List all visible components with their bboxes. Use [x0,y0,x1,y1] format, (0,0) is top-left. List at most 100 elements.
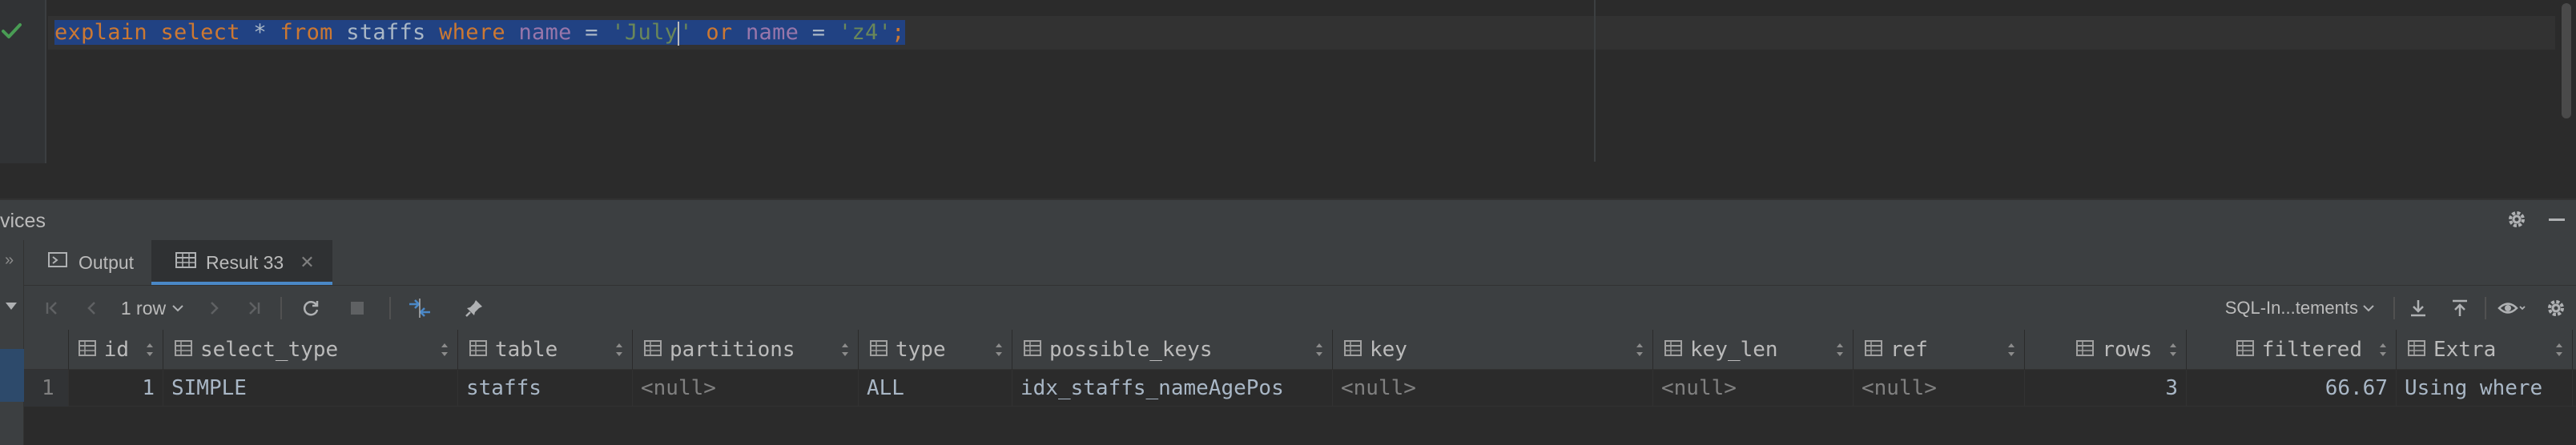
sort-icon[interactable] [440,341,449,359]
view-icon[interactable] [2491,286,2533,331]
sort-icon[interactable] [2168,341,2178,359]
sort-icon[interactable] [2554,341,2564,359]
table-cell-possible-keys[interactable]: idx_staffs_nameAgePos [1012,370,1333,407]
expand-icon[interactable]: » [5,251,14,270]
sql-token: ' [679,20,693,45]
gear-icon[interactable] [2506,208,2528,235]
row-number[interactable]: 1 [24,370,69,407]
column-icon [1865,338,1882,362]
import-icon[interactable] [2441,286,2478,331]
column-icon [1344,338,1362,362]
sql-code-line[interactable]: explain select * from staffs where name … [54,16,905,50]
sql-token: or [706,20,733,45]
refresh-icon[interactable] [288,286,333,331]
stop-icon[interactable] [335,286,380,331]
sort-icon[interactable] [1835,341,1845,359]
sort-icon[interactable] [145,341,155,359]
toolbar-separator [2485,297,2486,319]
minimize-icon[interactable] [2546,208,2568,235]
column-header-ref[interactable]: ref [1854,330,2025,370]
column-icon [2236,338,2254,362]
previous-page-icon[interactable] [80,286,104,331]
pin-icon[interactable] [452,286,497,331]
next-page-icon[interactable] [202,286,226,331]
sort-icon[interactable] [994,341,1004,359]
column-header-type[interactable]: type [859,330,1012,370]
sql-token: = [571,20,612,45]
column-header-key[interactable]: key [1333,330,1653,370]
column-header-extra[interactable]: Extra [2397,330,2573,370]
tab-output[interactable]: Output [24,240,151,285]
grid-header: id select_type table partitions type possible… [24,330,2576,370]
table-cell-key[interactable]: <null> [1333,370,1653,407]
table-cell-table[interactable]: staffs [458,370,633,407]
toolbar-separator [389,297,391,319]
last-page-icon[interactable] [242,286,266,331]
query-mode-label: SQL-In...tements [2224,298,2358,318]
editor-scrollbar-thumb[interactable] [2562,3,2571,118]
column-icon [78,338,96,362]
column-icon [644,338,662,362]
column-header-key-len[interactable]: key_len [1653,330,1854,370]
triangle-down-icon[interactable] [3,298,19,318]
result-tabs: Output Result 33 ✕ [24,240,2576,285]
editor-scrollbar[interactable] [2557,0,2576,163]
chevron-down-icon [2363,305,2374,312]
sql-token: = [799,20,839,45]
sql-token: name [746,20,799,45]
column-header-label: Extra [2433,338,2497,362]
column-header-rows[interactable]: rows [2025,330,2187,370]
sql-token: name [518,20,572,45]
row-number-header [24,330,69,370]
sort-icon[interactable] [2378,341,2388,359]
sql-editor[interactable]: explain select * from staffs where name … [0,0,2576,163]
column-header-partitions[interactable]: partitions [633,330,859,370]
column-header-possible-keys[interactable]: possible_keys [1012,330,1333,370]
query-mode-selector[interactable]: SQL-In...tements [2208,286,2376,331]
table-row[interactable]: 1 1 SIMPLE staffs <null> ALL idx_staffs_nameAg… [24,370,2576,407]
table-cell-partitions[interactable]: <null> [633,370,859,407]
tool-window-header: vices [0,198,2576,240]
tab-result[interactable]: Result 33 ✕ [151,240,332,285]
settings-gear-icon[interactable] [2538,286,2574,331]
column-icon [175,338,192,362]
sql-token: 'July [611,20,678,45]
table-cell-ref[interactable]: <null> [1854,370,2025,407]
sql-token: from [280,20,333,45]
column-header-label: rows [2102,338,2152,362]
column-header-select-type[interactable]: select_type [163,330,458,370]
table-cell-rows[interactable]: 3 [2025,370,2187,407]
table-cell-filtered[interactable]: 66.67 [2187,370,2397,407]
sort-icon[interactable] [840,341,850,359]
sort-icon[interactable] [614,341,624,359]
export-icon[interactable] [2400,286,2437,331]
table-cell-extra[interactable]: Using where [2397,370,2573,407]
selected-item-marker [0,349,24,402]
column-header-id[interactable]: id [69,330,163,370]
sort-icon[interactable] [1635,341,1644,359]
sort-icon[interactable] [1314,341,1324,359]
column-icon [2408,338,2425,362]
selected-sql-text[interactable]: explain select * from staffs where name … [54,20,905,46]
column-icon [1024,338,1041,362]
sort-icon[interactable] [2006,341,2016,359]
table-cell-id[interactable]: 1 [69,370,163,407]
sql-token: select [160,20,240,45]
sql-token: * [239,20,280,45]
editor-gutter [0,0,46,163]
compare-icon[interactable] [397,286,442,331]
table-cell-type[interactable]: ALL [859,370,1012,407]
rows-selector[interactable]: 1 row [119,286,187,331]
result-toolbar: 1 row SQL-In...tements [24,285,2576,330]
table-cell-select-type[interactable]: SIMPLE [163,370,458,407]
table-cell-key-len[interactable]: <null> [1653,370,1854,407]
column-header-table[interactable]: table [458,330,633,370]
rows-count-label: 1 row [120,297,167,319]
close-icon[interactable]: ✕ [300,252,314,273]
first-page-icon[interactable] [40,286,64,331]
column-header-label: partitions [670,338,795,362]
column-header-filtered[interactable]: filtered [2187,330,2397,370]
